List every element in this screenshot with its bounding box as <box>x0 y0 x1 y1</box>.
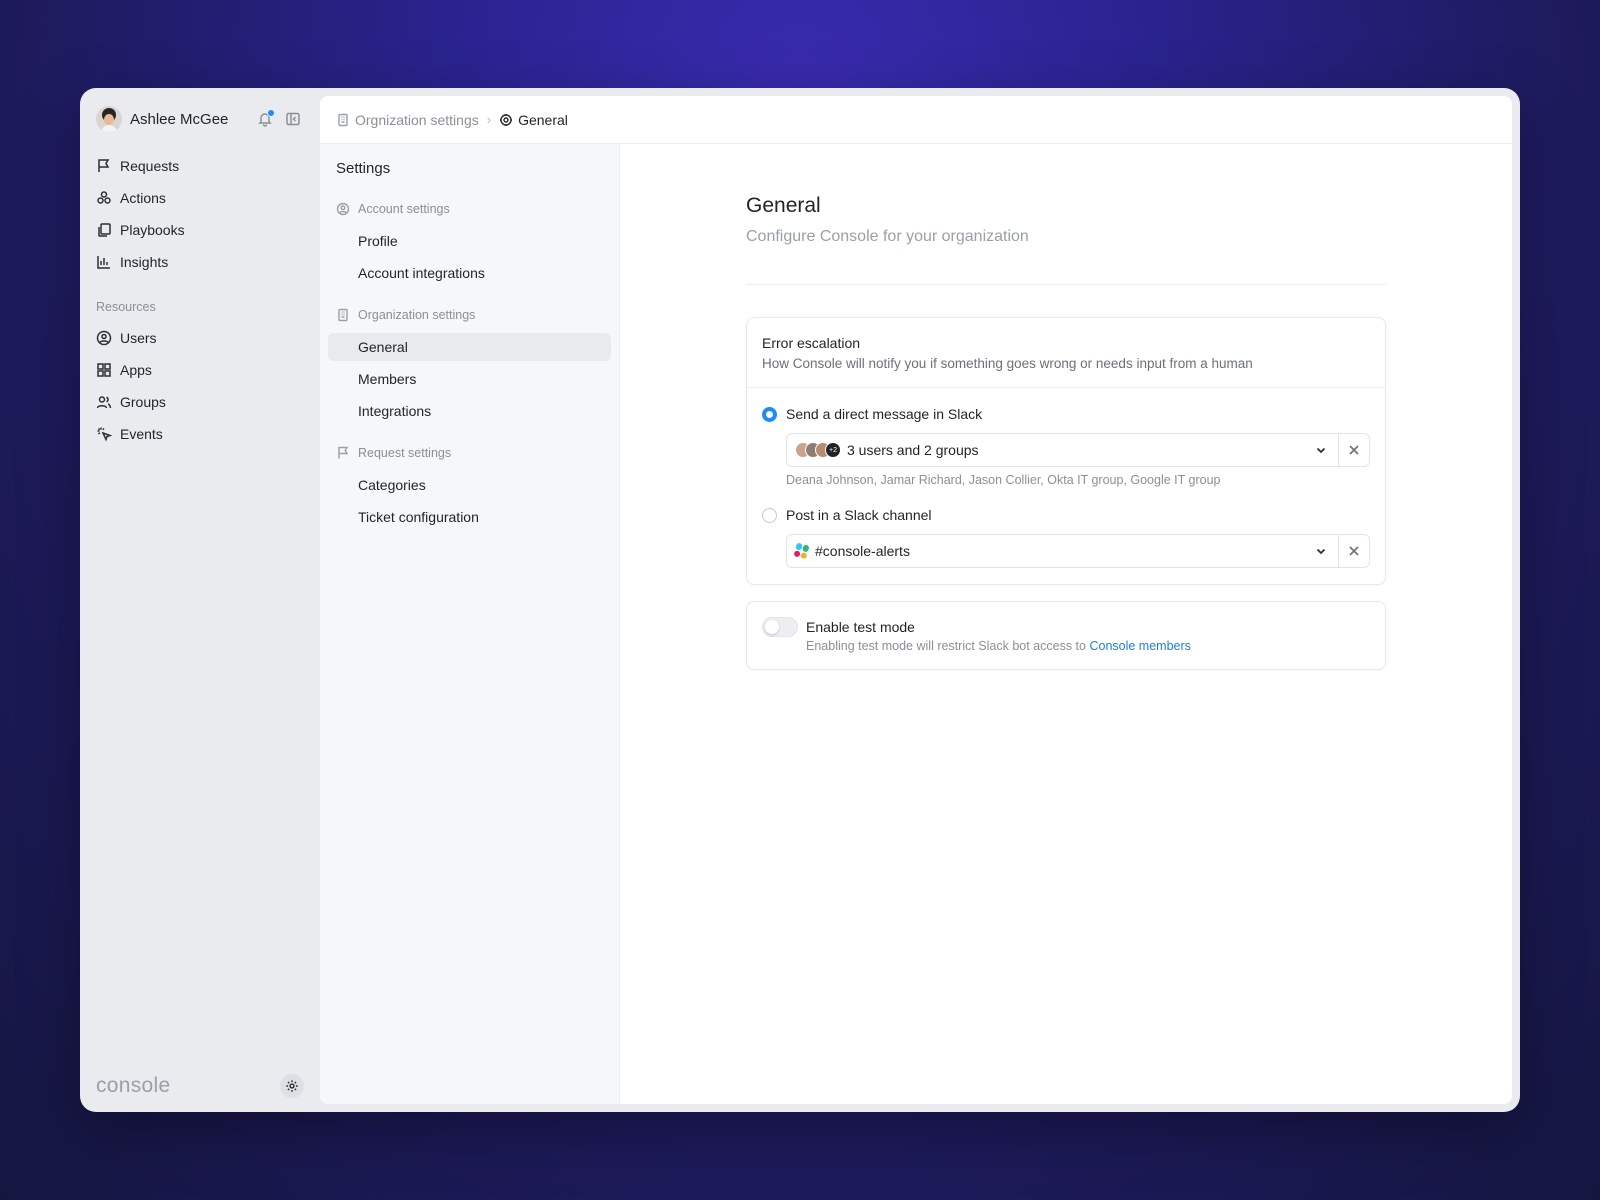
page-title: General <box>746 194 821 217</box>
user-header: Ashlee McGee <box>96 88 304 150</box>
test-mode-title: Enable test mode <box>806 619 915 635</box>
test-mode-description-text: Enabling test mode will restrict Slack b… <box>806 639 1090 653</box>
nav-item-label: Groups <box>120 394 166 410</box>
close-icon <box>1349 546 1359 556</box>
nav-item-label: Users <box>120 330 157 346</box>
building-icon <box>338 113 348 126</box>
nav-item-requests[interactable]: Requests <box>96 150 304 182</box>
app-window: Ashlee McGee Requests Actions Playbooks <box>80 88 1520 1112</box>
radio-label: Send a direct message in Slack <box>786 406 983 422</box>
nav-item-apps[interactable]: Apps <box>96 354 304 386</box>
page-subtitle: Configure Console for your organization <box>746 228 1029 245</box>
settings-item-account-integrations[interactable]: Account integrations <box>328 259 611 287</box>
recipients-select[interactable]: +2 3 users and 2 groups <box>786 433 1370 467</box>
error-escalation-card: Error escalation How Console will notify… <box>746 317 1386 585</box>
content-area: General Configure Console for your organ… <box>620 144 1512 1104</box>
radio-slack-channel[interactable]: Post in a Slack channel <box>762 505 1370 525</box>
chevron-down-icon[interactable] <box>1314 443 1328 457</box>
recipients-helper-text: Deana Johnson, Jamar Richard, Jason Coll… <box>786 473 1221 487</box>
gear-icon <box>500 113 513 126</box>
settings-item-members[interactable]: Members <box>328 365 611 393</box>
users-icon <box>96 396 112 409</box>
building-icon <box>338 308 348 322</box>
clear-button[interactable] <box>1338 535 1369 567</box>
slack-icon <box>793 542 810 560</box>
clear-button[interactable] <box>1338 434 1369 466</box>
select-value: 3 users and 2 groups <box>847 442 979 458</box>
resources-label: Resources <box>96 300 156 314</box>
playbooks-icon <box>98 223 111 237</box>
user-circle-icon <box>96 330 112 346</box>
test-mode-toggle[interactable] <box>762 617 798 637</box>
radio-button-checked[interactable] <box>762 406 777 422</box>
resources-nav: Users Apps Groups Events <box>96 322 304 450</box>
section-organization-settings: Organization settings <box>328 301 611 329</box>
select-value: #console-alerts <box>815 543 910 559</box>
settings-item-ticket-configuration[interactable]: Ticket configuration <box>328 503 611 531</box>
nav-item-groups[interactable]: Groups <box>96 386 304 418</box>
divider <box>746 284 1386 285</box>
section-account-settings: Account settings <box>328 195 611 223</box>
user-circle-icon <box>336 202 350 216</box>
breadcrumb-parent-label: Orgnization settings <box>355 111 479 128</box>
settings-item-categories[interactable]: Categories <box>328 471 611 499</box>
notifications-bell-icon[interactable] <box>254 108 276 130</box>
sidebar-footer: console <box>96 1074 304 1098</box>
close-icon <box>1349 445 1359 455</box>
chevron-right-icon: › <box>486 112 492 127</box>
chevron-down-icon[interactable] <box>1314 544 1328 558</box>
card-title: Error escalation <box>762 335 861 351</box>
more-avatars-badge: +2 <box>825 442 841 458</box>
settings-item-general[interactable]: General <box>328 333 611 361</box>
section-label: Account settings <box>358 202 450 216</box>
nav-item-insights[interactable]: Insights <box>96 246 304 278</box>
test-mode-card: Enable test mode Enabling test mode will… <box>746 601 1386 670</box>
breadcrumb-current: General <box>499 112 568 128</box>
main-nav: Requests Actions Playbooks Insights <box>96 150 304 278</box>
flag-icon <box>338 446 349 459</box>
sidebar: Ashlee McGee Requests Actions Playbooks <box>80 88 320 1112</box>
settings-item-profile[interactable]: Profile <box>328 227 611 255</box>
nav-item-label: Insights <box>120 254 169 270</box>
console-members-link[interactable]: Console members <box>1089 639 1190 653</box>
section-label: Request settings <box>358 446 452 460</box>
nav-item-actions[interactable]: Actions <box>96 182 304 214</box>
card-description: How Console will notify you if something… <box>762 356 1253 371</box>
gear-icon <box>286 1080 298 1092</box>
main-panel: Orgnization settings › General Settings … <box>320 96 1512 1104</box>
nav-item-playbooks[interactable]: Playbooks <box>96 214 304 246</box>
settings-gear-button[interactable] <box>280 1074 304 1098</box>
notification-dot <box>267 109 275 117</box>
user-name[interactable]: Ashlee McGee <box>130 111 248 128</box>
radio-button[interactable] <box>762 507 777 523</box>
section-label: Organization settings <box>358 308 476 322</box>
actions-icon <box>97 191 111 204</box>
nav-item-label: Events <box>120 426 163 442</box>
chart-icon <box>97 256 110 269</box>
breadcrumb: Orgnization settings › General <box>320 96 1512 144</box>
settings-item-integrations[interactable]: Integrations <box>328 397 611 425</box>
nav-item-label: Playbooks <box>120 222 185 238</box>
settings-title: Settings <box>336 160 391 177</box>
cursor-click-icon <box>97 427 112 442</box>
console-logo: console <box>96 1074 171 1097</box>
nav-item-events[interactable]: Events <box>96 418 304 450</box>
avatar[interactable] <box>96 106 122 132</box>
nav-item-label: Apps <box>120 362 152 378</box>
settings-nav: Settings Account settings Profile Accoun… <box>320 144 620 1104</box>
collapse-sidebar-icon[interactable] <box>282 108 304 130</box>
grid-icon <box>97 363 111 377</box>
radio-label: Post in a Slack channel <box>786 507 932 523</box>
nav-item-label: Actions <box>120 190 166 206</box>
breadcrumb-parent[interactable]: Orgnization settings <box>336 112 479 128</box>
radio-direct-message[interactable]: Send a direct message in Slack <box>762 404 1370 424</box>
channel-select[interactable]: #console-alerts <box>786 534 1370 568</box>
flag-icon <box>98 159 110 172</box>
test-mode-description: Enabling test mode will restrict Slack b… <box>806 639 1191 653</box>
section-request-settings: Request settings <box>328 439 611 467</box>
nav-item-label: Requests <box>120 158 180 174</box>
nav-item-users[interactable]: Users <box>96 322 304 354</box>
avatar-stack: +2 <box>795 442 841 458</box>
breadcrumb-current-label: General <box>518 111 568 128</box>
